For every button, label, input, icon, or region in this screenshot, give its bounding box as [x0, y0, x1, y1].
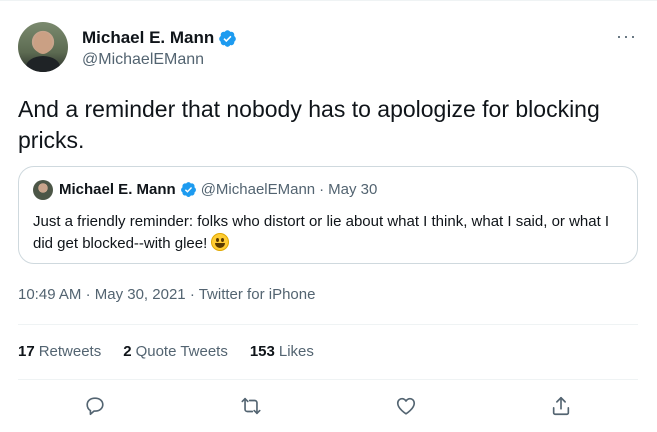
verified-badge-icon: [180, 182, 196, 197]
meta-separator: ·: [85, 286, 91, 303]
divider: [18, 324, 638, 325]
retweets-count: 17: [18, 343, 35, 360]
avatar[interactable]: [18, 22, 68, 72]
likes-stat[interactable]: 153 Likes: [250, 343, 314, 360]
heart-icon: [396, 397, 416, 415]
quote-tweets-label: Quote Tweets: [135, 343, 228, 360]
quote-tweets-stat[interactable]: 2 Quote Tweets: [123, 343, 228, 360]
quoted-separator: ·: [319, 181, 325, 198]
author-name[interactable]: Michael E. Mann: [82, 28, 214, 48]
tweet: Michael E. Mann @MichaelEMann ··· And a …: [0, 0, 657, 432]
quoted-tweet[interactable]: Michael E. Mann @MichaelEMann · May 30 J…: [18, 166, 638, 264]
likes-count: 153: [249, 343, 275, 360]
retweet-button[interactable]: [240, 395, 264, 419]
quoted-date[interactable]: May 30: [328, 181, 377, 198]
quoted-text: Just a friendly reminder: folks who dist…: [33, 213, 610, 252]
reply-button[interactable]: [84, 395, 108, 419]
likes-label: Likes: [278, 343, 314, 360]
author-block: Michael E. Mann @MichaelEMann: [82, 28, 237, 69]
author-handle[interactable]: @MichaelEMann: [82, 51, 237, 69]
verified-badge-icon: [219, 29, 237, 47]
tweet-date[interactable]: May 30, 2021: [95, 286, 186, 303]
tweet-source[interactable]: Twitter for iPhone: [199, 286, 316, 303]
reply-icon: [86, 397, 104, 416]
quoted-header: Michael E. Mann @MichaelEMann · May 30: [59, 181, 377, 198]
tweet-time[interactable]: 10:49 AM: [18, 286, 81, 303]
more-options-icon[interactable]: ···: [616, 26, 637, 47]
retweet-icon: [241, 397, 261, 415]
meta-separator: ·: [189, 286, 195, 303]
tweet-text: And a reminder that nobody has to apolog…: [18, 96, 600, 153]
action-bar: [0, 395, 657, 425]
quote-tweets-count: 2: [123, 343, 132, 360]
top-divider: [0, 0, 657, 1]
share-button[interactable]: [550, 395, 574, 419]
quoted-author-handle: @MichaelEMann: [200, 181, 316, 198]
quoted-author-name: Michael E. Mann: [59, 181, 176, 198]
grinning-face-emoji-icon: [211, 233, 230, 251]
quoted-text-block: Just a friendly reminder: folks who dist…: [33, 211, 629, 255]
quoted-avatar: [33, 180, 53, 200]
retweets-label: Retweets: [38, 343, 102, 360]
divider: [18, 379, 638, 380]
share-icon: [552, 396, 570, 416]
tweet-stats: 17 Retweets 2 Quote Tweets 153 Likes: [18, 343, 314, 360]
tweet-meta: 10:49 AM · May 30, 2021 · Twitter for iP…: [18, 286, 315, 303]
like-button[interactable]: [395, 395, 419, 419]
retweets-stat[interactable]: 17 Retweets: [18, 343, 101, 360]
